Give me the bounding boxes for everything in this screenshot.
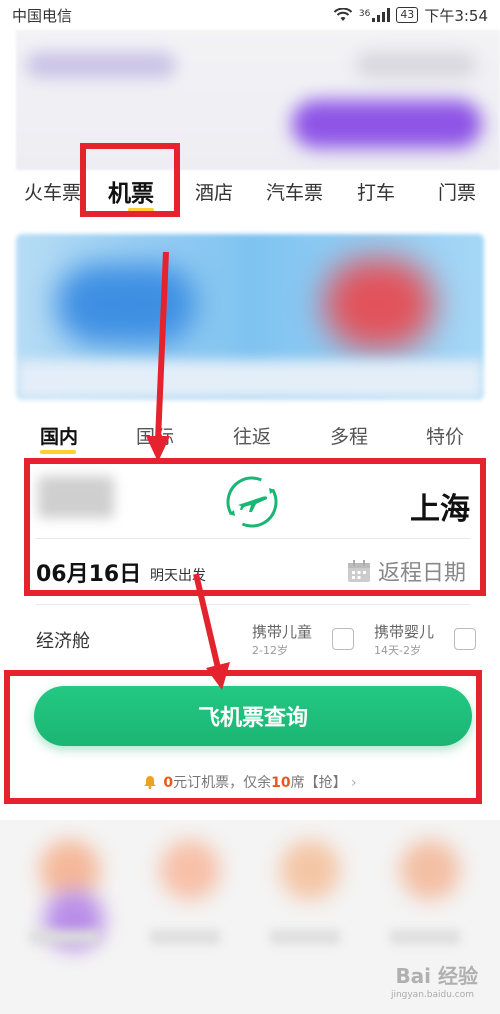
network-type: 36 (358, 8, 371, 19)
tab-domestic[interactable]: 国内 (40, 422, 78, 454)
tab-hotel[interactable]: 酒店 (195, 178, 233, 205)
annotation-box-route (24, 458, 486, 596)
tab-train[interactable]: 火车票 (24, 178, 81, 205)
child-checkbox[interactable] (332, 628, 354, 650)
tab-round-trip[interactable]: 往返 (233, 422, 271, 449)
status-icons: 36 43 下午3:54 (333, 5, 488, 26)
infant-checkbox[interactable] (454, 628, 476, 650)
infant-option-label: 携带婴儿 (374, 623, 435, 641)
category-tabs: 火车票 机票 酒店 汽车票 打车 门票 (0, 170, 500, 212)
child-option-label: 携带儿童 (252, 623, 313, 641)
tab-bus[interactable]: 汽车票 (266, 178, 323, 205)
flight-type-tabs: 国内 国际 往返 多程 特价 (0, 418, 500, 454)
signal-icon (372, 8, 391, 22)
cabin-class-selector[interactable]: 经济舱 (36, 627, 90, 653)
carrier: 中国电信 (12, 6, 73, 25)
watermark-logo: Bai 经验 (395, 964, 478, 988)
tab-multi-city[interactable]: 多程 (330, 422, 368, 449)
battery-indicator: 43 (396, 7, 419, 23)
date-divider (36, 604, 470, 605)
child-age-range: 2-12岁 (252, 644, 288, 657)
annotation-box-flight-tab (80, 143, 180, 217)
wifi-icon (333, 8, 353, 21)
clock: 下午3:54 (424, 6, 488, 25)
tab-tickets[interactable]: 门票 (438, 178, 476, 205)
status-bar: 中国电信 36 43 下午3:54 (0, 0, 500, 30)
tab-taxi[interactable]: 打车 (357, 178, 395, 205)
tab-international[interactable]: 国际 (136, 422, 174, 449)
infant-age-range: 14天-2岁 (374, 644, 421, 657)
tab-special-price[interactable]: 特价 (426, 422, 464, 449)
watermark-url: jingyan.baidu.com (390, 990, 474, 1000)
annotation-box-search (4, 670, 482, 804)
promo-banner[interactable] (16, 234, 484, 400)
